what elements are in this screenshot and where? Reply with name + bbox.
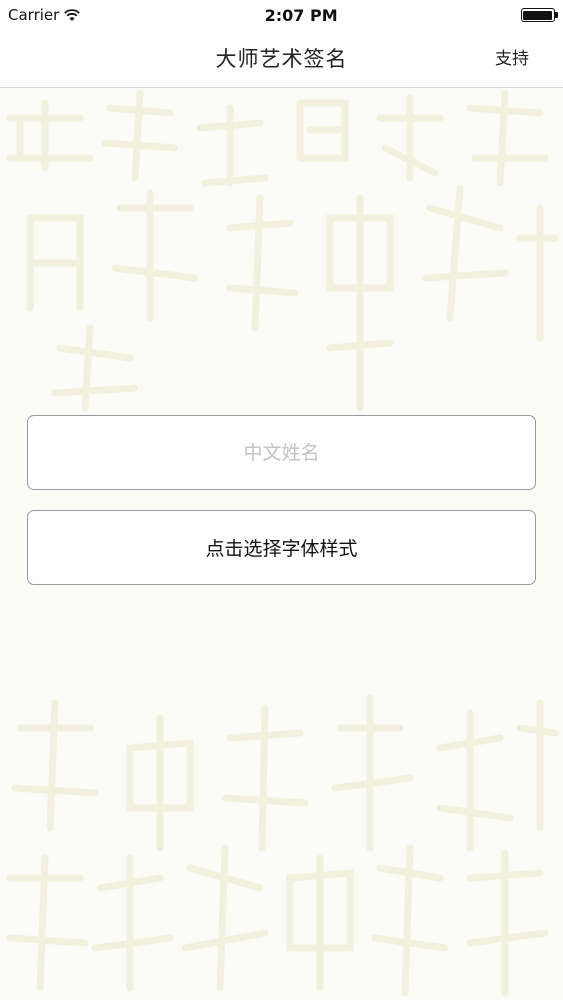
name-input-container [27,415,536,490]
navigation-bar: 大师艺术签名 支持 [0,30,563,88]
status-bar: Carrier 2:07 PM [0,0,563,30]
support-button[interactable]: 支持 [495,30,529,82]
status-left: Carrier [8,6,81,24]
battery-level [523,10,553,20]
status-time: 2:07 PM [264,5,338,25]
select-font-style-button[interactable]: 点击选择字体样式 [27,510,536,585]
carrier-label: Carrier [8,6,60,24]
battery-icon [520,8,558,22]
wifi-icon [63,8,81,22]
chinese-name-input[interactable] [28,416,535,489]
main-content: 点击选择字体样式 [0,0,563,1000]
page-title: 大师艺术签名 [215,47,348,71]
